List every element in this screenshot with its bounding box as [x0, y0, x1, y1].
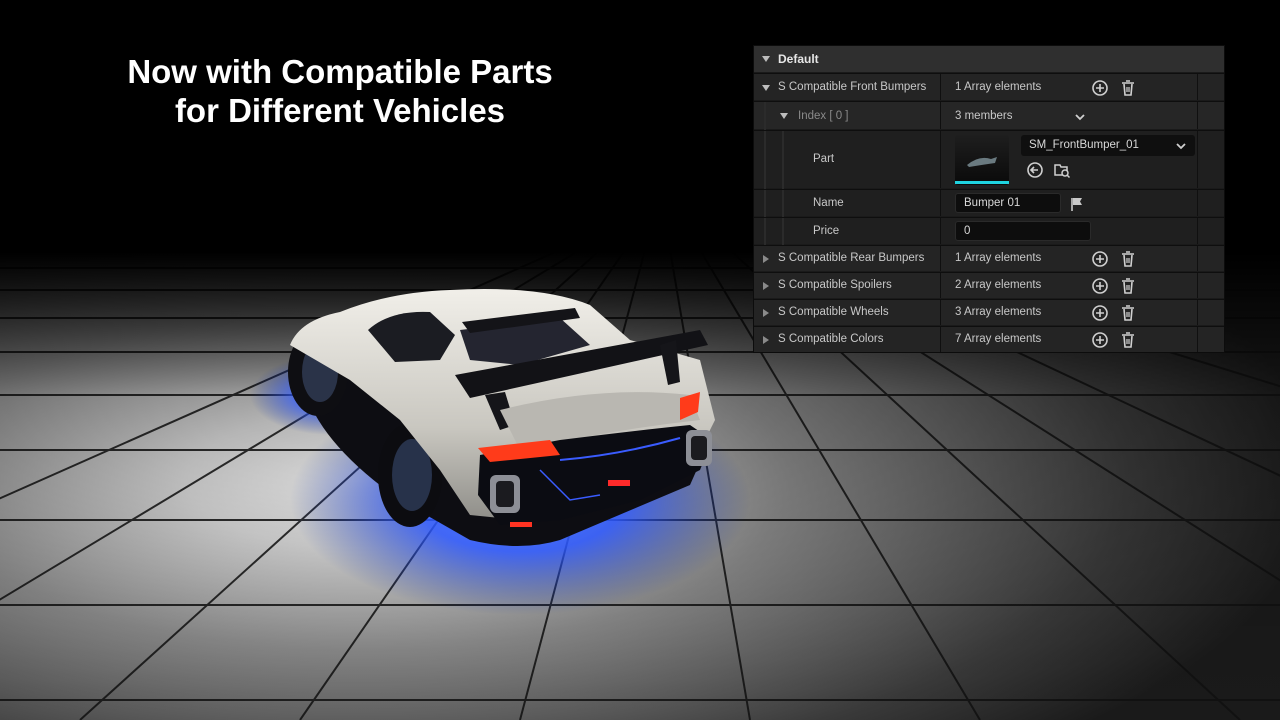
front-bumpers-row: S Compatible Front Bumpers 1 Array eleme…	[754, 73, 1224, 100]
rear-bumpers-row: S Compatible Rear Bumpers 1 Array elemen…	[754, 245, 1224, 271]
trash-icon[interactable]	[1119, 79, 1137, 97]
price-row: Price 0	[754, 217, 1224, 245]
expand-triangle-icon[interactable]	[763, 282, 769, 290]
details-panel: Default S Compatible Front Bumpers 1 Arr…	[754, 46, 1224, 352]
trash-icon[interactable]	[1119, 331, 1137, 349]
expand-triangle-icon[interactable]	[780, 113, 788, 119]
price-number-field[interactable]: 0	[955, 221, 1091, 241]
add-element-icon[interactable]	[1091, 304, 1109, 322]
headline: Now with Compatible Parts for Different …	[60, 52, 620, 130]
flag-icon[interactable]	[1069, 196, 1085, 212]
index-0-row: Index [ 0 ] 3 members	[754, 101, 1224, 130]
add-element-icon[interactable]	[1091, 277, 1109, 295]
spoilers-row: S Compatible Spoilers 2 Array elements	[754, 272, 1224, 298]
price-label: Price	[813, 225, 840, 237]
collapse-triangle-icon[interactable]	[762, 56, 770, 62]
asset-name: SM_FrontBumper_01	[1029, 139, 1139, 151]
rear-bumpers-count: 1 Array elements	[955, 252, 1042, 264]
trash-icon[interactable]	[1119, 250, 1137, 268]
asset-picker-combo[interactable]: SM_FrontBumper_01	[1021, 135, 1195, 156]
category-label: Default	[778, 52, 819, 66]
expand-triangle-icon[interactable]	[763, 255, 769, 263]
asset-thumbnail[interactable]	[955, 135, 1009, 185]
spoilers-count: 2 Array elements	[955, 279, 1042, 291]
index-members: 3 members	[955, 110, 1013, 122]
colors-label: S Compatible Colors	[778, 333, 884, 345]
name-text-field[interactable]: Bumper 01	[955, 193, 1061, 213]
front-bumpers-count: 1 Array elements	[955, 81, 1042, 93]
index-label: Index [ 0 ]	[798, 110, 849, 122]
chevron-down-icon	[1176, 143, 1186, 150]
rear-bumpers-label: S Compatible Rear Bumpers	[778, 252, 925, 264]
headline-line-2: for Different Vehicles	[174, 92, 506, 129]
use-selected-asset-icon[interactable]	[1026, 161, 1044, 179]
add-element-icon[interactable]	[1091, 79, 1109, 97]
wheels-row: S Compatible Wheels 3 Array elements	[754, 299, 1224, 325]
wheels-count: 3 Array elements	[955, 306, 1042, 318]
name-row: Name Bumper 01	[754, 189, 1224, 217]
expand-triangle-icon[interactable]	[762, 85, 770, 91]
spoilers-label: S Compatible Spoilers	[778, 279, 892, 291]
trash-icon[interactable]	[1119, 277, 1137, 295]
browse-asset-icon[interactable]	[1053, 161, 1071, 179]
part-label: Part	[813, 153, 835, 165]
add-element-icon[interactable]	[1091, 250, 1109, 268]
chevron-down-icon[interactable]	[1074, 111, 1086, 123]
headline-line-1: Now with Compatible Parts	[127, 53, 553, 90]
name-label: Name	[813, 197, 844, 209]
part-row: Part SM_FrontBumper_01	[754, 130, 1224, 189]
add-element-icon[interactable]	[1091, 331, 1109, 349]
front-bumpers-label: S Compatible Front Bumpers	[778, 81, 927, 93]
expand-triangle-icon[interactable]	[763, 336, 769, 344]
trash-icon[interactable]	[1119, 304, 1137, 322]
category-header-default[interactable]: Default	[754, 46, 1224, 72]
colors-row: S Compatible Colors 7 Array elements	[754, 326, 1224, 352]
expand-triangle-icon[interactable]	[763, 309, 769, 317]
wheels-label: S Compatible Wheels	[778, 306, 889, 318]
colors-count: 7 Array elements	[955, 333, 1042, 345]
